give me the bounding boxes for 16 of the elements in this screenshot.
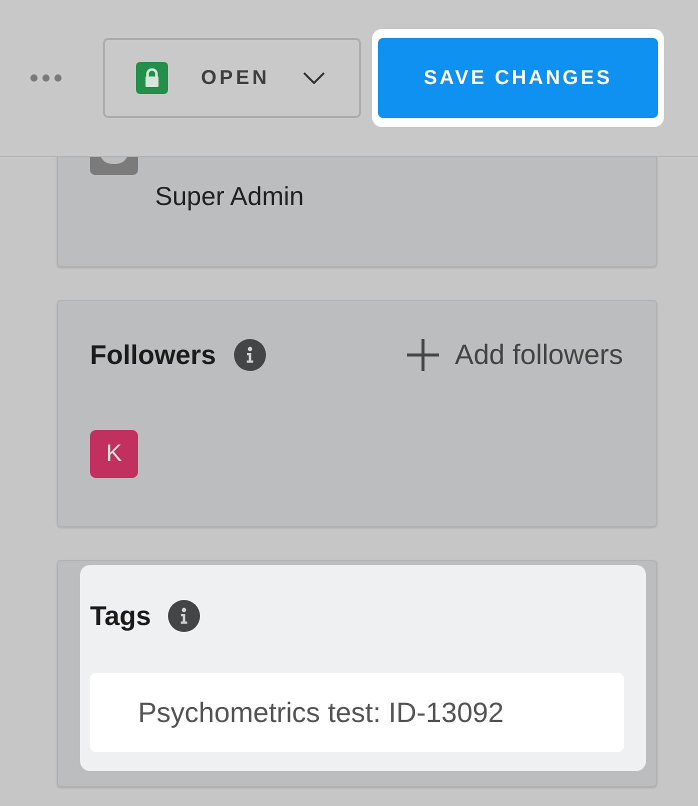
status-dropdown[interactable]: OPEN	[103, 38, 361, 118]
lock-icon	[136, 62, 168, 94]
chevron-down-icon	[303, 72, 325, 84]
save-changes-button[interactable]: SAVE CHANGES	[378, 38, 658, 118]
info-icon[interactable]	[234, 339, 266, 371]
role-label: Super Admin	[155, 181, 304, 211]
followers-title: Followers	[90, 339, 216, 372]
more-icon[interactable]	[30, 74, 62, 82]
follower-avatar: K	[90, 430, 138, 478]
tags-title: Tags	[90, 600, 152, 633]
add-followers-button[interactable]: Add followers	[406, 338, 623, 372]
info-icon[interactable]	[168, 600, 200, 632]
tags-input-field[interactable]: Psychometrics test: ID-13092	[90, 673, 624, 752]
tag-label: Psychometrics test: ID-13092	[138, 696, 504, 730]
plus-icon	[406, 339, 439, 371]
user-icon	[90, 157, 138, 175]
